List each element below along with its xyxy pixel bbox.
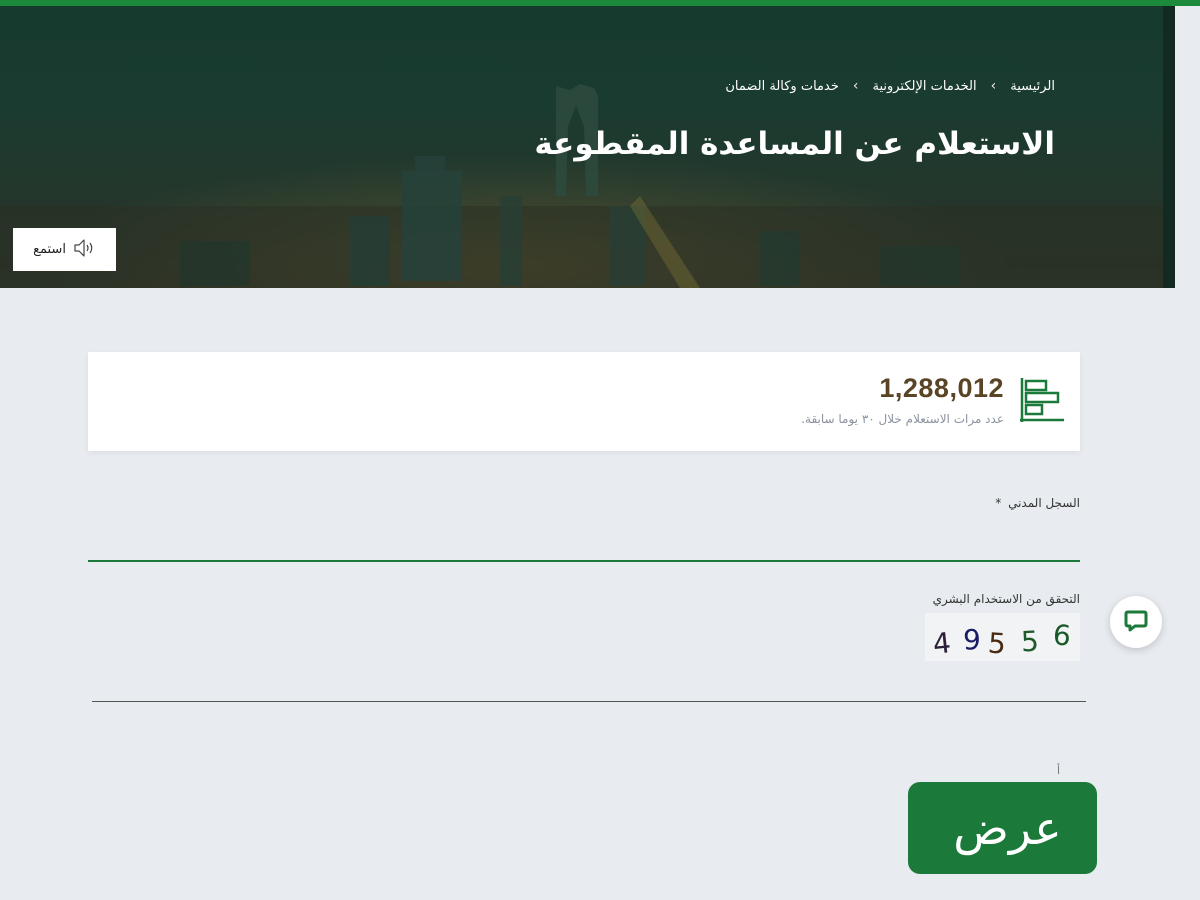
tiny-mark: أ: [1057, 764, 1061, 777]
inquiry-count-caption: عدد مرات الاستعلام خلال ٣٠ يوما سابقة.: [801, 412, 1004, 426]
view-button[interactable]: عرض: [908, 782, 1097, 874]
civil-record-label-text: السجل المدني: [1008, 496, 1080, 510]
captcha-digit: 9: [963, 623, 981, 656]
hero-banner: الرئيسية › الخدمات الإلكترونية › خدمات و…: [0, 6, 1175, 288]
captcha-input[interactable]: [92, 662, 1086, 702]
breadcrumb-home[interactable]: الرئيسية: [1010, 79, 1055, 94]
civil-record-label: السجل المدني *: [995, 496, 1080, 510]
breadcrumb-separator: ›: [990, 78, 997, 94]
civil-record-input[interactable]: [88, 520, 1080, 562]
inquiry-count: 1,288,012: [879, 373, 1004, 403]
breadcrumb-separator: ›: [852, 78, 859, 94]
captcha-image: 4 9 5 5 6: [925, 613, 1080, 661]
chat-icon: [1123, 608, 1149, 637]
speaker-icon: [74, 238, 96, 262]
inquiry-stats-card: 1,288,012 عدد مرات الاستعلام خلال ٣٠ يوم…: [88, 352, 1080, 451]
page-title: الاستعلام عن المساعدة المقطوعة: [534, 126, 1055, 162]
captcha-label: التحقق من الاستخدام البشري: [932, 592, 1080, 606]
breadcrumb: الرئيسية › الخدمات الإلكترونية › خدمات و…: [725, 78, 1055, 94]
captcha-digit: 4: [931, 626, 953, 661]
listen-label: استمع: [33, 242, 66, 257]
breadcrumb-eservices[interactable]: الخدمات الإلكترونية: [872, 79, 976, 94]
chat-button[interactable]: [1110, 596, 1162, 648]
hero-edge: [1163, 6, 1175, 288]
listen-button[interactable]: استمع: [13, 228, 116, 271]
captcha-digit: 5: [1020, 624, 1040, 659]
breadcrumb-current[interactable]: خدمات وكالة الضمان: [725, 79, 839, 94]
captcha-digit: 5: [986, 626, 1007, 661]
required-mark: *: [995, 496, 1002, 510]
captcha-digit: 6: [1051, 618, 1073, 653]
bar-chart-icon: [1018, 376, 1066, 428]
